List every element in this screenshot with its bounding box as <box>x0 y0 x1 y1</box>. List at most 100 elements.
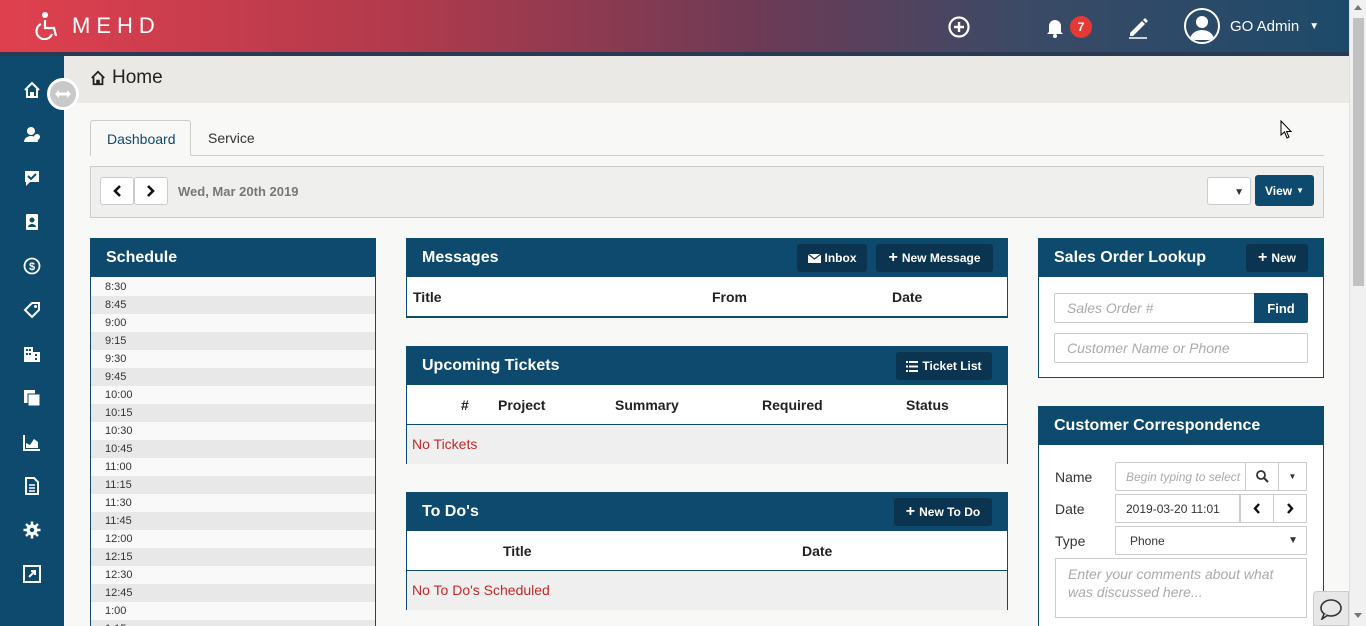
plus-icon: + <box>1257 249 1268 266</box>
prev-day-button[interactable] <box>100 177 134 205</box>
todos-panel: To Do's + New To Do Title Date No To Do'… <box>406 492 1008 610</box>
tickets-panel: Upcoming Tickets Ticket List # Project S… <box>406 346 1008 464</box>
col-title: Title <box>413 289 442 305</box>
schedule-time-slot[interactable]: 12:00 <box>91 530 375 548</box>
type-select-value: Phone <box>1130 534 1165 548</box>
schedule-time-slot[interactable]: 11:30 <box>91 494 375 512</box>
correspondence-date-input[interactable]: 2019-03-20 11:01 <box>1115 494 1240 523</box>
new-todo-button-label: New To Do <box>919 505 981 519</box>
plus-icon: + <box>888 249 898 266</box>
chevron-left-icon <box>113 185 121 197</box>
type-select[interactable]: Phone ▼ <box>1115 526 1307 555</box>
col-summary: Summary <box>615 397 679 413</box>
chevron-right-icon <box>1287 503 1294 514</box>
documents-icon[interactable] <box>20 386 44 410</box>
app-logo[interactable]: MEHD <box>34 10 200 40</box>
schedule-time-slot[interactable]: 12:15 <box>91 548 375 566</box>
correspondence-title: Customer Correspondence <box>1054 417 1261 434</box>
bell-icon[interactable] <box>1042 14 1068 40</box>
logo-icon <box>35 12 58 40</box>
col-status: Status <box>906 397 949 413</box>
buildings-icon[interactable] <box>20 342 44 366</box>
view-button[interactable]: View ▼ <box>1255 175 1314 206</box>
schedule-time-slot[interactable]: 8:30 <box>91 278 375 296</box>
page-title-text: Home <box>112 67 163 88</box>
schedule-time-slot[interactable]: 10:15 <box>91 404 375 422</box>
customer-search-input[interactable]: Customer Name or Phone <box>1054 333 1308 363</box>
todos-header: To Do's + New To Do <box>407 493 1007 531</box>
top-navbar: MEHD 7 GO Admin ▼ <box>0 0 1366 56</box>
billing-icon[interactable]: $ <box>20 254 44 278</box>
new-message-button[interactable]: + New Message <box>876 244 993 272</box>
col-required: Required <box>762 397 823 413</box>
messages-title: Messages <box>422 249 499 266</box>
col-date: Date <box>892 289 923 305</box>
sales-lookup-panel: Sales Order Lookup + New Sales Order # F… <box>1038 238 1324 378</box>
external-link-icon[interactable] <box>20 562 44 586</box>
new-todo-button[interactable]: + New To Do <box>894 498 992 526</box>
schedule-time-slot[interactable]: 9:15 <box>91 332 375 350</box>
user-name: GO Admin <box>1230 17 1300 35</box>
scroll-up-icon[interactable] <box>1354 5 1362 10</box>
ticket-list-button[interactable]: Ticket List <box>896 352 992 380</box>
comments-textarea[interactable]: Enter your comments about what was discu… <box>1055 558 1307 618</box>
tickets-empty-row: No Tickets <box>407 425 1007 464</box>
tab-dashboard[interactable]: Dashboard <box>90 120 191 156</box>
next-day-button[interactable] <box>134 177 168 205</box>
search-button[interactable] <box>1245 462 1279 491</box>
schedule-time-slot[interactable]: 11:15 <box>91 476 375 494</box>
inbox-button[interactable]: Inbox <box>797 244 867 272</box>
correspondence-panel: Customer Correspondence Name Begin typin… <box>1038 406 1324 626</box>
schedule-time-slot[interactable]: 9:00 <box>91 314 375 332</box>
tasks-icon[interactable] <box>20 166 44 190</box>
schedule-time-slot[interactable]: 12:45 <box>91 584 375 602</box>
customer-name-input[interactable]: Begin typing to select <box>1115 462 1246 491</box>
page-title: Home <box>90 67 163 89</box>
schedule-panel: Schedule 8:30 8:45 9:00 9:15 9:30 9:45 10:00 10… <box>90 238 376 626</box>
contacts-icon[interactable] <box>20 210 44 234</box>
schedule-time-slot[interactable]: 8:45 <box>91 296 375 314</box>
scrollbar-thumb[interactable] <box>1353 18 1364 286</box>
caret-down-icon: ▼ <box>1296 186 1305 195</box>
notification-badge: 7 <box>1070 16 1092 38</box>
schedule-title: Schedule <box>106 249 178 266</box>
home-icon[interactable] <box>20 78 44 102</box>
schedule-time-slot[interactable]: 1:00 <box>91 602 375 620</box>
tags-icon[interactable] <box>20 298 44 322</box>
schedule-time-slot[interactable]: 11:00 <box>91 458 375 476</box>
schedule-time-slot[interactable]: 10:00 <box>91 386 375 404</box>
caret-down-icon: ▼ <box>1309 20 1320 32</box>
chat-bubble-icon <box>1320 598 1342 620</box>
find-button[interactable]: Find <box>1254 293 1308 323</box>
next-date-button[interactable] <box>1273 494 1307 523</box>
page-scrollbar[interactable] <box>1349 0 1366 626</box>
add-circle-icon[interactable] <box>946 14 972 40</box>
view-select[interactable]: ▼ <box>1207 177 1251 205</box>
customers-icon[interactable] <box>20 122 44 146</box>
svg-text:$: $ <box>29 261 35 273</box>
prev-date-button[interactable] <box>1240 494 1274 523</box>
chevron-right-icon <box>147 185 155 197</box>
file-icon[interactable] <box>20 474 44 498</box>
tickets-empty-text: No Tickets <box>412 436 478 452</box>
schedule-time-slot[interactable]: 12:30 <box>91 566 375 584</box>
sidebar-toggle-button[interactable] <box>47 78 79 110</box>
sales-order-input[interactable]: Sales Order # <box>1054 293 1255 323</box>
name-dropdown-button[interactable]: ▼ <box>1278 462 1307 491</box>
schedule-time-slot[interactable]: 1:15 <box>91 620 375 626</box>
schedule-time-slot[interactable]: 10:30 <box>91 422 375 440</box>
reports-icon[interactable] <box>20 430 44 454</box>
settings-icon[interactable] <box>20 518 44 542</box>
tab-service[interactable]: Service <box>192 120 271 156</box>
col-project: Project <box>498 397 546 413</box>
chat-button[interactable] <box>1313 591 1349 626</box>
schedule-time-slot[interactable]: 11:45 <box>91 512 375 530</box>
pencil-icon[interactable] <box>1125 14 1151 40</box>
user-menu[interactable]: GO Admin ▼ <box>1184 8 1319 44</box>
schedule-time-slot[interactable]: 10:45 <box>91 440 375 458</box>
date-toolbar: Wed, Mar 20th 2019 ▼ View ▼ <box>90 166 1324 218</box>
new-sales-order-button[interactable]: + New <box>1246 244 1308 272</box>
schedule-time-slot[interactable]: 9:30 <box>91 350 375 368</box>
scroll-down-icon[interactable] <box>1354 613 1362 618</box>
schedule-time-slot[interactable]: 9:45 <box>91 368 375 386</box>
